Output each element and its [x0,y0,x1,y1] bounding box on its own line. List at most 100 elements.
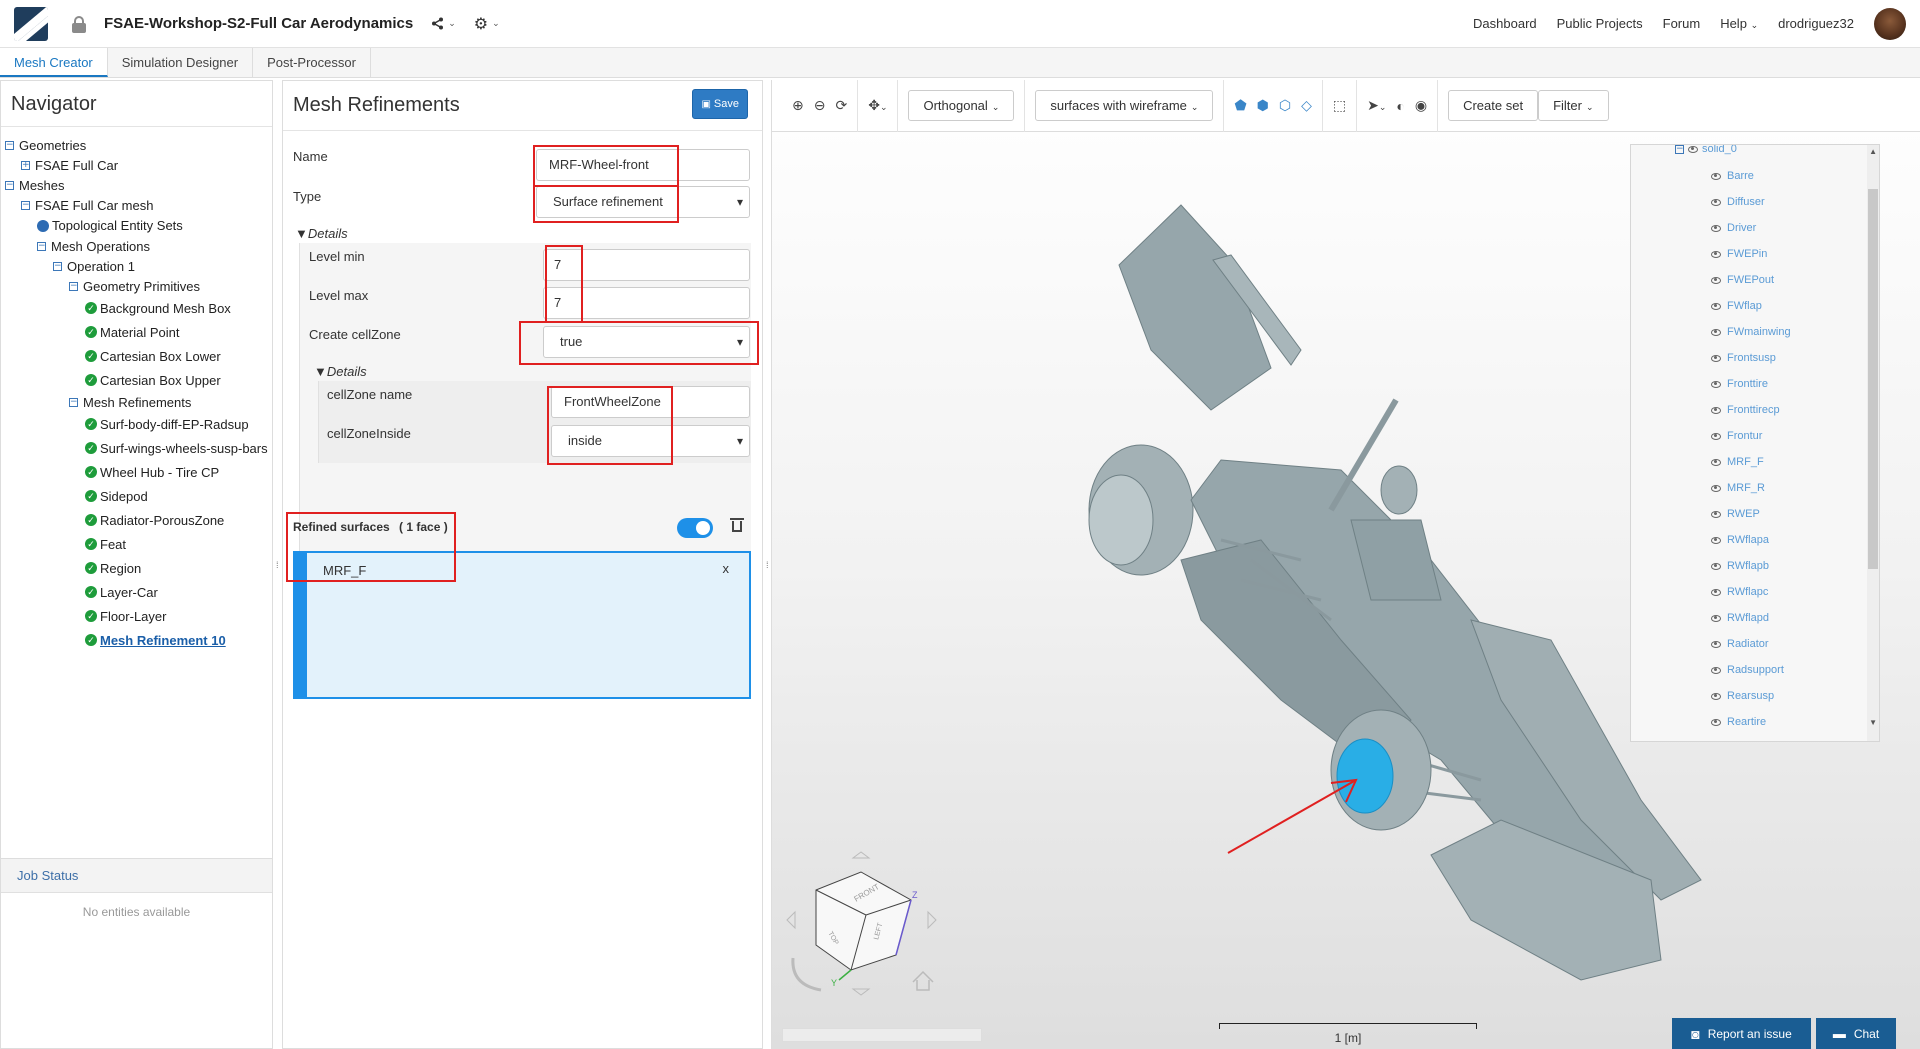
entity-item[interactable]: RWflapb [1711,553,1791,579]
create-cellzone-select[interactable]: true [543,326,750,358]
tree-item-primitive[interactable]: ✓ Background Mesh Box [5,296,272,320]
entity-list[interactable]: − solid_0 Barre Diffuser Driver FWEPin FWEPo… [1630,144,1880,742]
collapse-icon[interactable]: − [5,140,14,150]
tree-item-geometries[interactable]: − Geometries [5,135,272,155]
tree-item-refinement[interactable]: ✓ Surf-body-diff-EP-Radsup [5,412,272,436]
report-issue-button[interactable]: ◙ Report an issue [1672,1018,1811,1049]
details-toggle[interactable]: ▼Details [295,226,348,241]
eye-icon[interactable] [1711,328,1721,336]
front-rim-highlighted[interactable] [1336,738,1394,814]
simscale-logo[interactable] [14,6,48,41]
projection-dropdown[interactable]: Orthogonal ⌄ [908,90,1015,121]
entity-item[interactable]: RWflapc [1711,579,1791,605]
entity-item[interactable]: ReartireCP [1711,735,1791,741]
entity-item[interactable]: Radiator [1711,631,1791,657]
level-min-field[interactable]: 7 [543,249,750,281]
tree-item-refinement[interactable]: ✓ Sidepod [5,484,272,508]
eye-icon[interactable] [1711,640,1721,648]
tree-item-operation-1[interactable]: − Operation 1 [5,256,272,276]
tree-item-meshes[interactable]: − Meshes [5,175,272,195]
cellzone-inside-select[interactable]: inside [551,425,750,457]
hide-icon[interactable]: ◐ [1396,98,1404,114]
remove-surface-button[interactable]: x [723,561,730,576]
zoom-in-icon[interactable]: ⊕ [792,97,804,114]
scroll-thumb[interactable] [1868,189,1878,569]
tree-item-geometry-primitives[interactable]: − Geometry Primitives [5,276,272,296]
rotate-up-arrow[interactable] [851,851,871,859]
tree-item-geometry[interactable]: + FSAE Full Car [5,155,272,175]
entity-scrollbar[interactable]: ▲ ▼ [1867,145,1879,741]
eye-icon[interactable] [1688,145,1698,153]
trash-icon[interactable] [730,518,744,532]
avatar[interactable] [1874,7,1906,40]
tree-item-refinement[interactable]: ✓ Wheel Hub - Tire CP [5,460,272,484]
horizontal-scrollbar[interactable] [782,1028,982,1042]
collapse-icon[interactable]: − [69,281,78,291]
entity-item[interactable]: Driver [1711,215,1791,241]
cellzone-name-field[interactable]: FrontWheelZone [551,386,750,418]
nav-help[interactable]: Help ⌄ [1720,16,1758,31]
nav-forum[interactable]: Forum [1663,16,1701,31]
entity-item[interactable]: Reartire [1711,709,1791,735]
eye-icon[interactable] [1711,614,1721,622]
entity-item[interactable]: FWmainwing [1711,319,1791,345]
name-field[interactable]: MRF-Wheel-front [536,149,750,181]
chat-button[interactable]: ▬ Chat [1816,1018,1896,1049]
tree-item-refinement-selected[interactable]: ✓ Mesh Refinement 10 [5,628,272,652]
eye-icon[interactable] [1711,224,1721,232]
eye-icon[interactable] [1711,406,1721,414]
collapse-icon[interactable]: − [21,200,30,210]
expand-icon[interactable]: + [21,160,30,170]
eye-icon[interactable] [1711,718,1721,726]
nav-public-projects[interactable]: Public Projects [1557,16,1643,31]
create-set-button[interactable]: Create set [1448,90,1539,121]
type-select[interactable]: Surface refinement [536,186,750,218]
home-icon[interactable] [912,970,934,991]
eye-icon[interactable] [1711,588,1721,596]
tree-item-refinement[interactable]: ✓ Radiator-PorousZone [5,508,272,532]
entity-item[interactable]: FWEPin [1711,241,1791,267]
eye-icon[interactable] [1711,458,1721,466]
tree-item-primitive[interactable]: ✓ Material Point [5,320,272,344]
eye-icon[interactable] [1711,510,1721,518]
eye-icon[interactable] [1711,666,1721,674]
user-menu[interactable]: drodriguez32 [1778,16,1854,31]
eye-icon[interactable] [1711,432,1721,440]
entity-root[interactable]: − solid_0 [1675,145,1737,155]
eye-icon[interactable] [1711,562,1721,570]
entity-item[interactable]: RWEP [1711,501,1791,527]
collapse-icon[interactable]: − [5,180,14,190]
rotate-left-arrow[interactable] [786,910,796,930]
tree-item-primitive[interactable]: ✓ Cartesian Box Lower [5,344,272,368]
box-select-icon[interactable]: ⬚ [1333,97,1346,114]
settings-menu[interactable]: ⚙ ⌄ [474,14,500,34]
rotate-down-arrow[interactable] [851,988,871,996]
surface-item[interactable]: MRF_F [323,563,366,578]
orientation-cube[interactable]: FRONT TOP LEFT Z Y [786,851,937,996]
eye-icon[interactable] [1711,250,1721,258]
zoom-out-icon[interactable]: ⊖ [814,97,826,114]
entity-item[interactable]: Rearsusp [1711,683,1791,709]
rotate-right-arrow[interactable] [927,910,937,930]
tree-item-topological-sets[interactable]: Topological Entity Sets [5,215,272,236]
tree-item-mesh-refinements[interactable]: − Mesh Refinements [5,392,272,412]
job-status-title[interactable]: Job Status [1,859,272,893]
tree-item-refinement[interactable]: ✓ Floor-Layer [5,604,272,628]
tree-item-refinement[interactable]: ✓ Surf-wings-wheels-susp-bars [5,436,272,460]
scroll-down-icon[interactable]: ▼ [1869,718,1877,727]
render-mode-dropdown[interactable]: surfaces with wireframe ⌄ [1035,90,1214,121]
eye-icon[interactable] [1711,172,1721,180]
tree-item-mesh[interactable]: − FSAE Full Car mesh [5,195,272,215]
tab-simulation-designer[interactable]: Simulation Designer [107,48,254,77]
nav-dashboard[interactable]: Dashboard [1473,16,1537,31]
entity-item[interactable]: RWflapa [1711,527,1791,553]
details-toggle-inner[interactable]: ▼Details [314,364,367,379]
driver-helmet[interactable] [1380,465,1418,515]
tree-item-primitive[interactable]: ✓ Cartesian Box Upper [5,368,272,392]
select-volume-icon[interactable]: ⬢ [1257,97,1269,114]
entity-item[interactable]: Frontur [1711,423,1791,449]
eye-icon[interactable] [1711,536,1721,544]
collapse-icon[interactable]: − [37,241,46,251]
face-select-toggle[interactable] [677,518,713,538]
tree-item-refinement[interactable]: ✓ Layer-Car [5,580,272,604]
